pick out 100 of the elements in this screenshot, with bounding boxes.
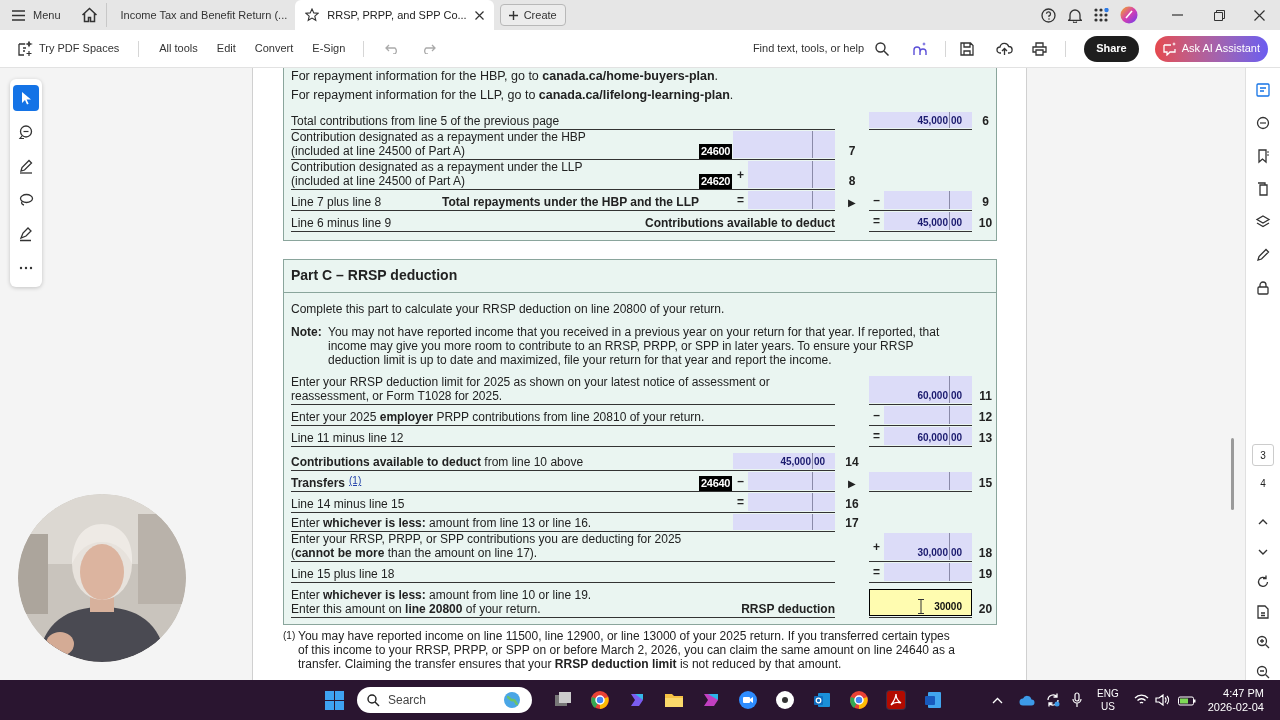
pdf-app-icon[interactable] bbox=[886, 690, 906, 710]
operator-sign: + bbox=[737, 166, 744, 184]
operator-sign: = bbox=[737, 192, 744, 209]
document-app-icon[interactable] bbox=[923, 690, 943, 710]
refresh-icon[interactable] bbox=[1255, 574, 1271, 590]
toolbar-menu-item[interactable]: Edit bbox=[216, 40, 236, 57]
page-number[interactable]: 4 bbox=[1252, 472, 1274, 494]
footnote-link[interactable]: (1) bbox=[349, 474, 362, 488]
sync-icon[interactable] bbox=[1045, 692, 1062, 708]
windows-start-icon[interactable] bbox=[325, 690, 344, 710]
circle-app-icon[interactable] bbox=[775, 690, 795, 710]
row-label: Line 11 minus line 12 bbox=[291, 431, 404, 445]
share-button[interactable]: Share bbox=[1084, 35, 1139, 62]
amount-field[interactable]: 45,000 00 bbox=[733, 453, 835, 469]
save-icon[interactable] bbox=[960, 41, 975, 56]
close-icon[interactable] bbox=[1254, 9, 1265, 21]
layers-icon[interactable] bbox=[1255, 214, 1271, 230]
line-number: 11 bbox=[979, 388, 992, 405]
line-code: 24620 bbox=[699, 174, 733, 189]
browser-icon[interactable] bbox=[590, 690, 610, 710]
panel-icon[interactable] bbox=[1255, 82, 1271, 98]
chevron-up-icon[interactable] bbox=[992, 696, 1004, 704]
tab[interactable]: Income Tax and Benefit Return (... bbox=[114, 0, 296, 30]
speaker-icon[interactable] bbox=[1154, 694, 1170, 706]
lasso-icon bbox=[18, 192, 34, 208]
zoom-out-icon[interactable] bbox=[1255, 664, 1271, 680]
print-icon[interactable] bbox=[1032, 41, 1048, 56]
amount-field[interactable]: 60,000 00 bbox=[869, 376, 972, 403]
input-field[interactable]: 30000 bbox=[869, 589, 972, 616]
menu-icon bbox=[12, 9, 25, 21]
amount-field[interactable] bbox=[869, 472, 972, 490]
amount-field[interactable] bbox=[748, 161, 835, 188]
scrollbar[interactable] bbox=[1231, 438, 1234, 510]
amount-field[interactable] bbox=[884, 563, 972, 581]
notification-bell-icon[interactable] bbox=[1068, 7, 1082, 23]
amount-field[interactable] bbox=[748, 493, 835, 511]
amount-field[interactable]: 45,000 00 bbox=[869, 112, 972, 128]
bookmark-icon[interactable] bbox=[1255, 148, 1271, 164]
search-icon[interactable] bbox=[875, 41, 890, 56]
row-label: Transfers bbox=[291, 476, 346, 490]
cloud-upload-icon[interactable] bbox=[996, 41, 1014, 56]
amount-field[interactable] bbox=[748, 472, 835, 490]
taskbar-search-field[interactable]: Search bbox=[357, 687, 532, 713]
amount-field[interactable] bbox=[884, 406, 972, 424]
amount-field[interactable]: 30,000 00 bbox=[884, 533, 972, 560]
tab[interactable]: RRSP, PRPP, and SPP Co... bbox=[295, 0, 494, 30]
find-button[interactable]: Find text, tools, or help bbox=[752, 40, 865, 57]
star-icon[interactable] bbox=[305, 8, 320, 22]
toolbar-menu-item[interactable]: All tools bbox=[159, 40, 198, 57]
ai-assistant-button[interactable]: Ask AI Assistant bbox=[1154, 35, 1268, 62]
row-label: Line 14 minus line 15 bbox=[291, 497, 405, 511]
comment-icon[interactable] bbox=[1255, 115, 1271, 131]
row-label: Enter your RRSP deduction limit for 2025 as shown on your latest notice of assessment or reassessment, or Form T1028 for 2025. bbox=[291, 375, 770, 403]
toolbar-menu-item[interactable]: Convert bbox=[254, 40, 294, 57]
zoom-in-icon[interactable] bbox=[1255, 634, 1271, 650]
home-icon[interactable] bbox=[80, 7, 98, 23]
pen-icon[interactable] bbox=[1255, 247, 1271, 263]
save-page-icon[interactable] bbox=[1255, 604, 1271, 620]
amount-field[interactable]: 45,000 00 bbox=[884, 212, 972, 230]
page-number[interactable]: 3 bbox=[1252, 444, 1274, 466]
total-label: Contributions available to deduct bbox=[645, 216, 835, 230]
battery-icon[interactable] bbox=[1177, 694, 1196, 706]
section-title: Part C – RRSP deduction bbox=[284, 265, 996, 293]
search-icon bbox=[367, 693, 380, 707]
footnote-marker: (1) bbox=[283, 629, 297, 643]
row-label: Line 6 minus line 9 bbox=[291, 216, 392, 230]
note-text: You may not have reported income that you received in a previous year on your return for that year. If reported, that income may give you more room to contribute to an RRSP, PRPP, or SPP in later years. To ensure your RRSP deduction limit is up to date and maximized, file your return for that year and report the income. bbox=[328, 325, 941, 367]
toolbar-menu-item[interactable]: E-Sign bbox=[312, 40, 346, 57]
pages-icon[interactable] bbox=[1255, 181, 1271, 197]
avatar-icon[interactable] bbox=[1120, 6, 1138, 24]
line-code: 24600 bbox=[699, 144, 733, 159]
clock[interactable]: 4:47 PM 2026-02-04 bbox=[1207, 686, 1264, 714]
row-label: Enter your RRSP, PRPP, or SPP contributions you are deducting for 2025 (cannot be more than the amount on line 17). bbox=[291, 532, 682, 560]
mail-app-icon[interactable] bbox=[812, 690, 832, 710]
menu-button[interactable]: Menu bbox=[12, 6, 61, 24]
amount-field[interactable] bbox=[733, 131, 835, 158]
wifi-icon[interactable] bbox=[1133, 694, 1149, 706]
marker-pen-icon bbox=[18, 226, 34, 242]
line-number: 13 bbox=[978, 430, 993, 447]
amount-field[interactable] bbox=[884, 191, 972, 209]
info-text: For repayment information for the LLP, go to canada.ca/lifelong-learning-plan. bbox=[291, 87, 735, 103]
microphone-icon[interactable] bbox=[1072, 692, 1083, 708]
lock-icon[interactable] bbox=[1255, 280, 1271, 296]
close-icon[interactable] bbox=[474, 10, 484, 20]
amount-field[interactable] bbox=[733, 514, 835, 530]
create-button[interactable]: Create bbox=[499, 4, 566, 26]
video-call-icon[interactable] bbox=[738, 690, 758, 710]
amount-field[interactable] bbox=[748, 191, 835, 209]
text-cursor-icon bbox=[918, 599, 925, 614]
pdf-spaces-button[interactable]: Try PDF Spaces bbox=[17, 40, 120, 57]
sparkle-document-icon bbox=[17, 40, 33, 57]
ai-tools-icon[interactable] bbox=[912, 40, 929, 57]
restore-icon[interactable] bbox=[1214, 9, 1225, 21]
browser-icon[interactable] bbox=[849, 690, 869, 710]
help-icon[interactable] bbox=[1041, 7, 1056, 23]
language-indicator[interactable]: ENG US bbox=[1097, 687, 1119, 713]
apps-grid-icon[interactable] bbox=[1094, 7, 1109, 23]
total-label: RRSP deduction bbox=[741, 602, 835, 616]
cloud-icon[interactable] bbox=[1019, 694, 1036, 706]
amount-field[interactable]: 60,000 00 bbox=[884, 427, 972, 445]
